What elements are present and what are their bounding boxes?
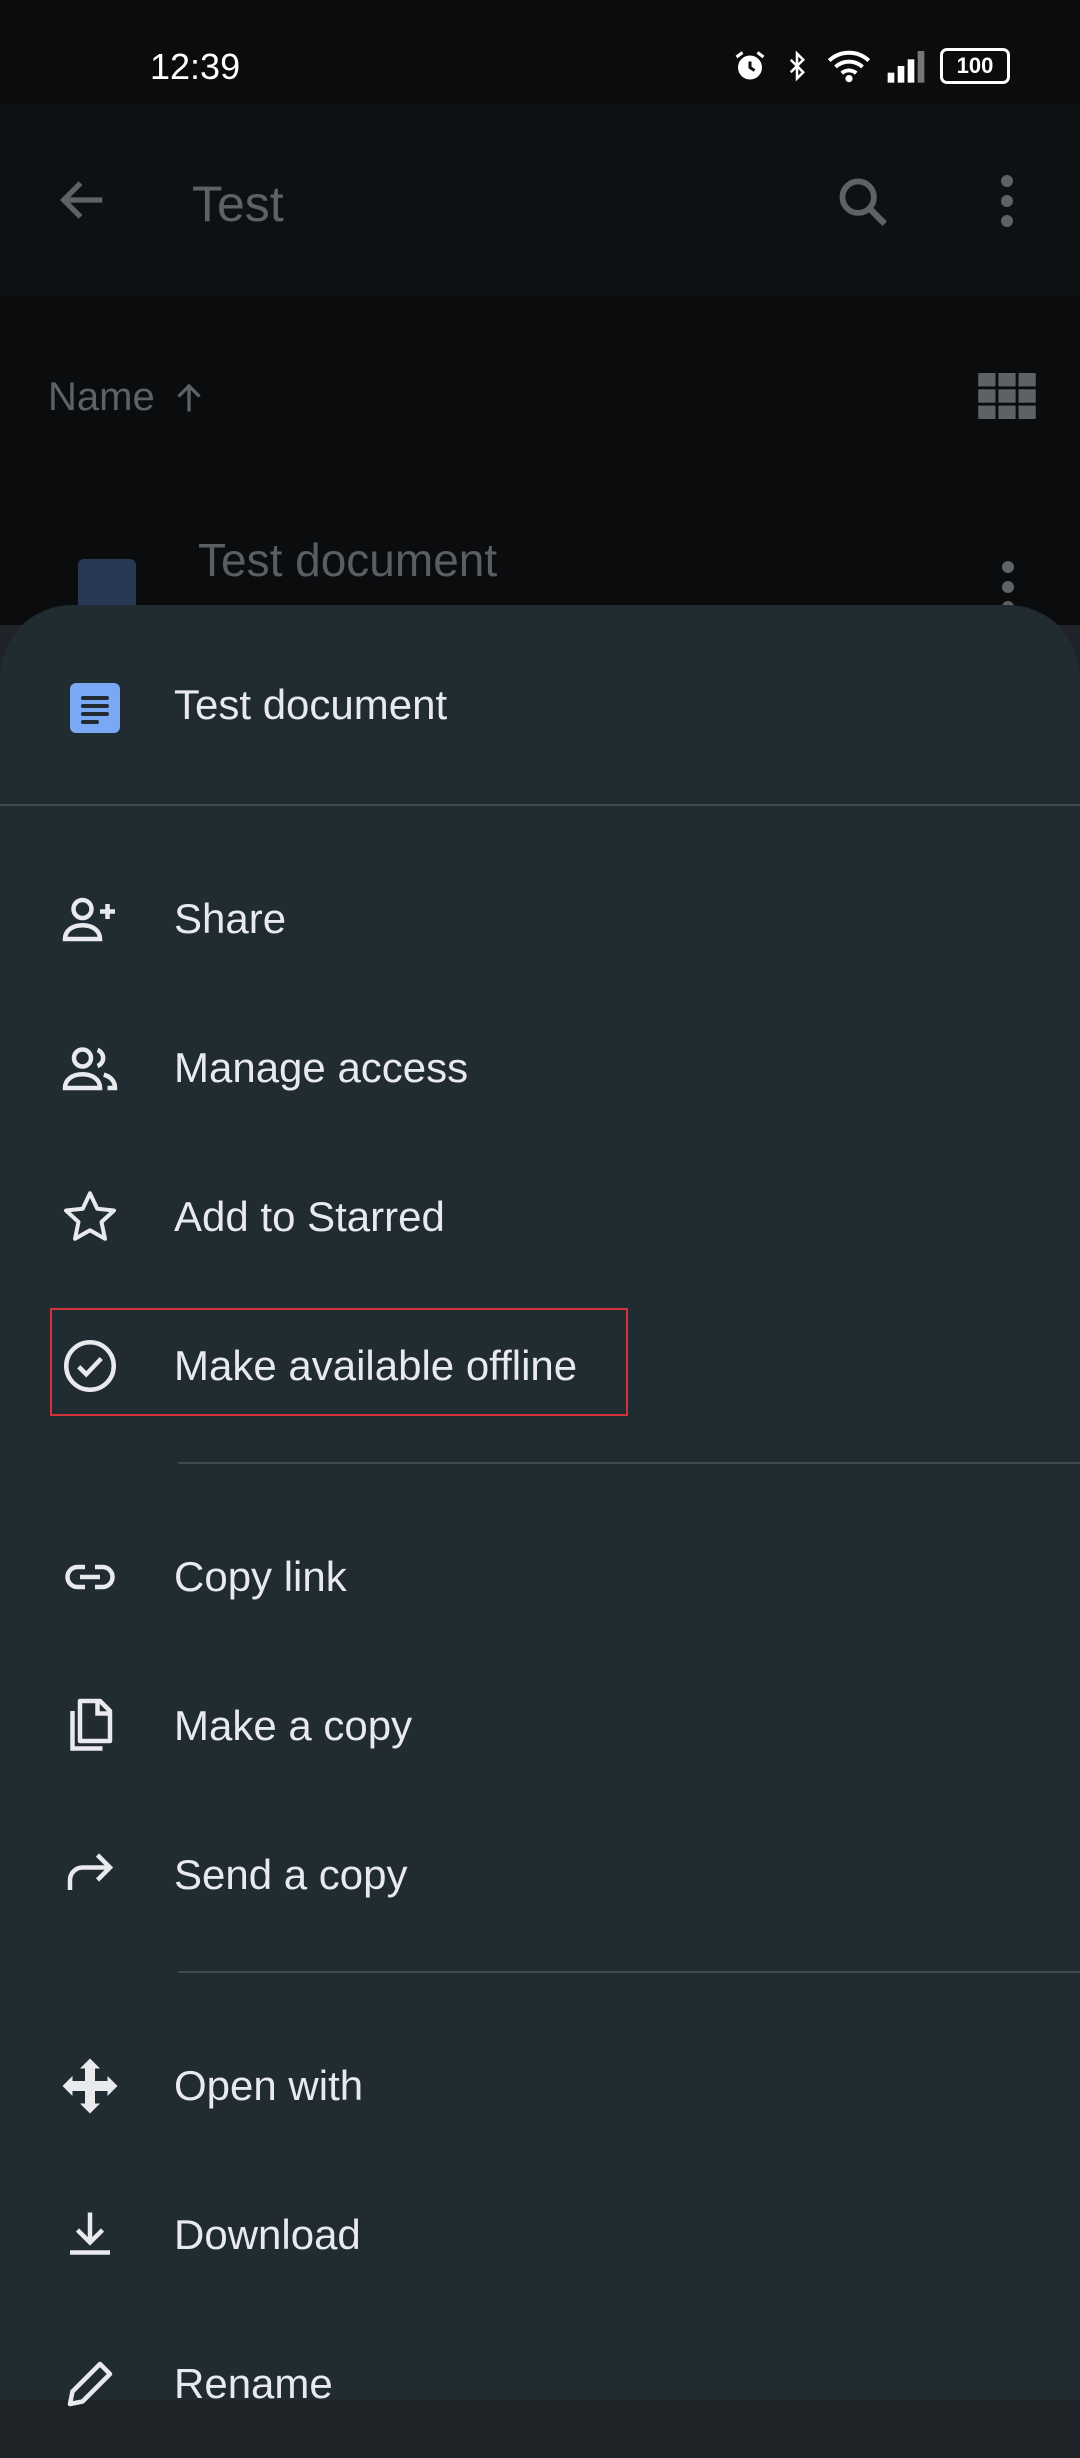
sort-label: Name [48, 375, 155, 419]
file-name[interactable]: Test document [198, 533, 497, 587]
menu-label: Send a copy [174, 1851, 408, 1898]
sheet-header: Test document [0, 605, 1080, 805]
status-time: 12:39 [150, 46, 241, 87]
grid-view-icon[interactable] [978, 373, 1036, 419]
arrow-up-icon [177, 383, 201, 411]
bluetooth-icon [789, 50, 806, 82]
menu-item-copy-link[interactable]: Copy link [0, 1503, 1080, 1651]
folder-title: Test [192, 176, 284, 232]
copy-icon [70, 1698, 113, 1751]
sort-control[interactable]: Name [48, 375, 207, 420]
star-icon [64, 1191, 116, 1241]
menu-label: Manage access [174, 1044, 469, 1091]
menu-label: Add to Starred [174, 1193, 445, 1240]
wifi-icon [827, 50, 871, 83]
menu-label: Make a copy [174, 1702, 413, 1749]
search-icon[interactable] [834, 173, 892, 231]
menu-label: Open with [174, 2062, 364, 2109]
status-icons: 100 [732, 48, 1010, 84]
alarm-icon [735, 51, 765, 80]
back-arrow-icon[interactable] [54, 171, 112, 229]
menu-item-download[interactable]: Download [0, 2161, 1080, 2309]
actions-bottom-sheet: Test document Share Manage access Add to… [0, 605, 1080, 2407]
divider [0, 804, 1080, 806]
signal-icon [887, 51, 925, 83]
menu-item-add-to-starred[interactable]: Add to Starred [0, 1143, 1080, 1291]
menu-label: Download [174, 2211, 361, 2258]
sheet-title: Test document [174, 681, 448, 728]
person-add-icon [62, 897, 115, 942]
edit-icon [67, 2361, 113, 2407]
menu-label: Copy link [174, 1553, 347, 1600]
battery-indicator: 100 [940, 48, 1010, 84]
link-icon [65, 1564, 115, 1590]
file-list: Name Test document [0, 295, 1080, 625]
download-icon [70, 2212, 110, 2255]
app-bar: Test [0, 105, 1080, 295]
menu-label: Share [174, 895, 287, 942]
menu-item-rename[interactable]: Rename [0, 2310, 1080, 2458]
menu-item-open-with[interactable]: Open with [0, 2012, 1080, 2160]
google-docs-icon [70, 683, 120, 733]
highlight-box [50, 1308, 628, 1416]
menu-item-send-a-copy[interactable]: Send a copy [0, 1801, 1080, 1949]
menu-item-manage-access[interactable]: Manage access [0, 994, 1080, 1142]
menu-label: Rename [174, 2360, 333, 2407]
menu-item-make-a-copy[interactable]: Make a copy [0, 1652, 1080, 1800]
people-icon [62, 1047, 118, 1091]
divider [178, 1971, 1080, 1973]
open-with-icon [62, 2058, 118, 2114]
divider [178, 1462, 1080, 1464]
more-vert-icon[interactable] [986, 171, 1028, 231]
forward-icon [67, 1853, 114, 1890]
menu-item-share[interactable]: Share [0, 845, 1080, 993]
status-bar: 12:39 100 [0, 0, 1080, 105]
